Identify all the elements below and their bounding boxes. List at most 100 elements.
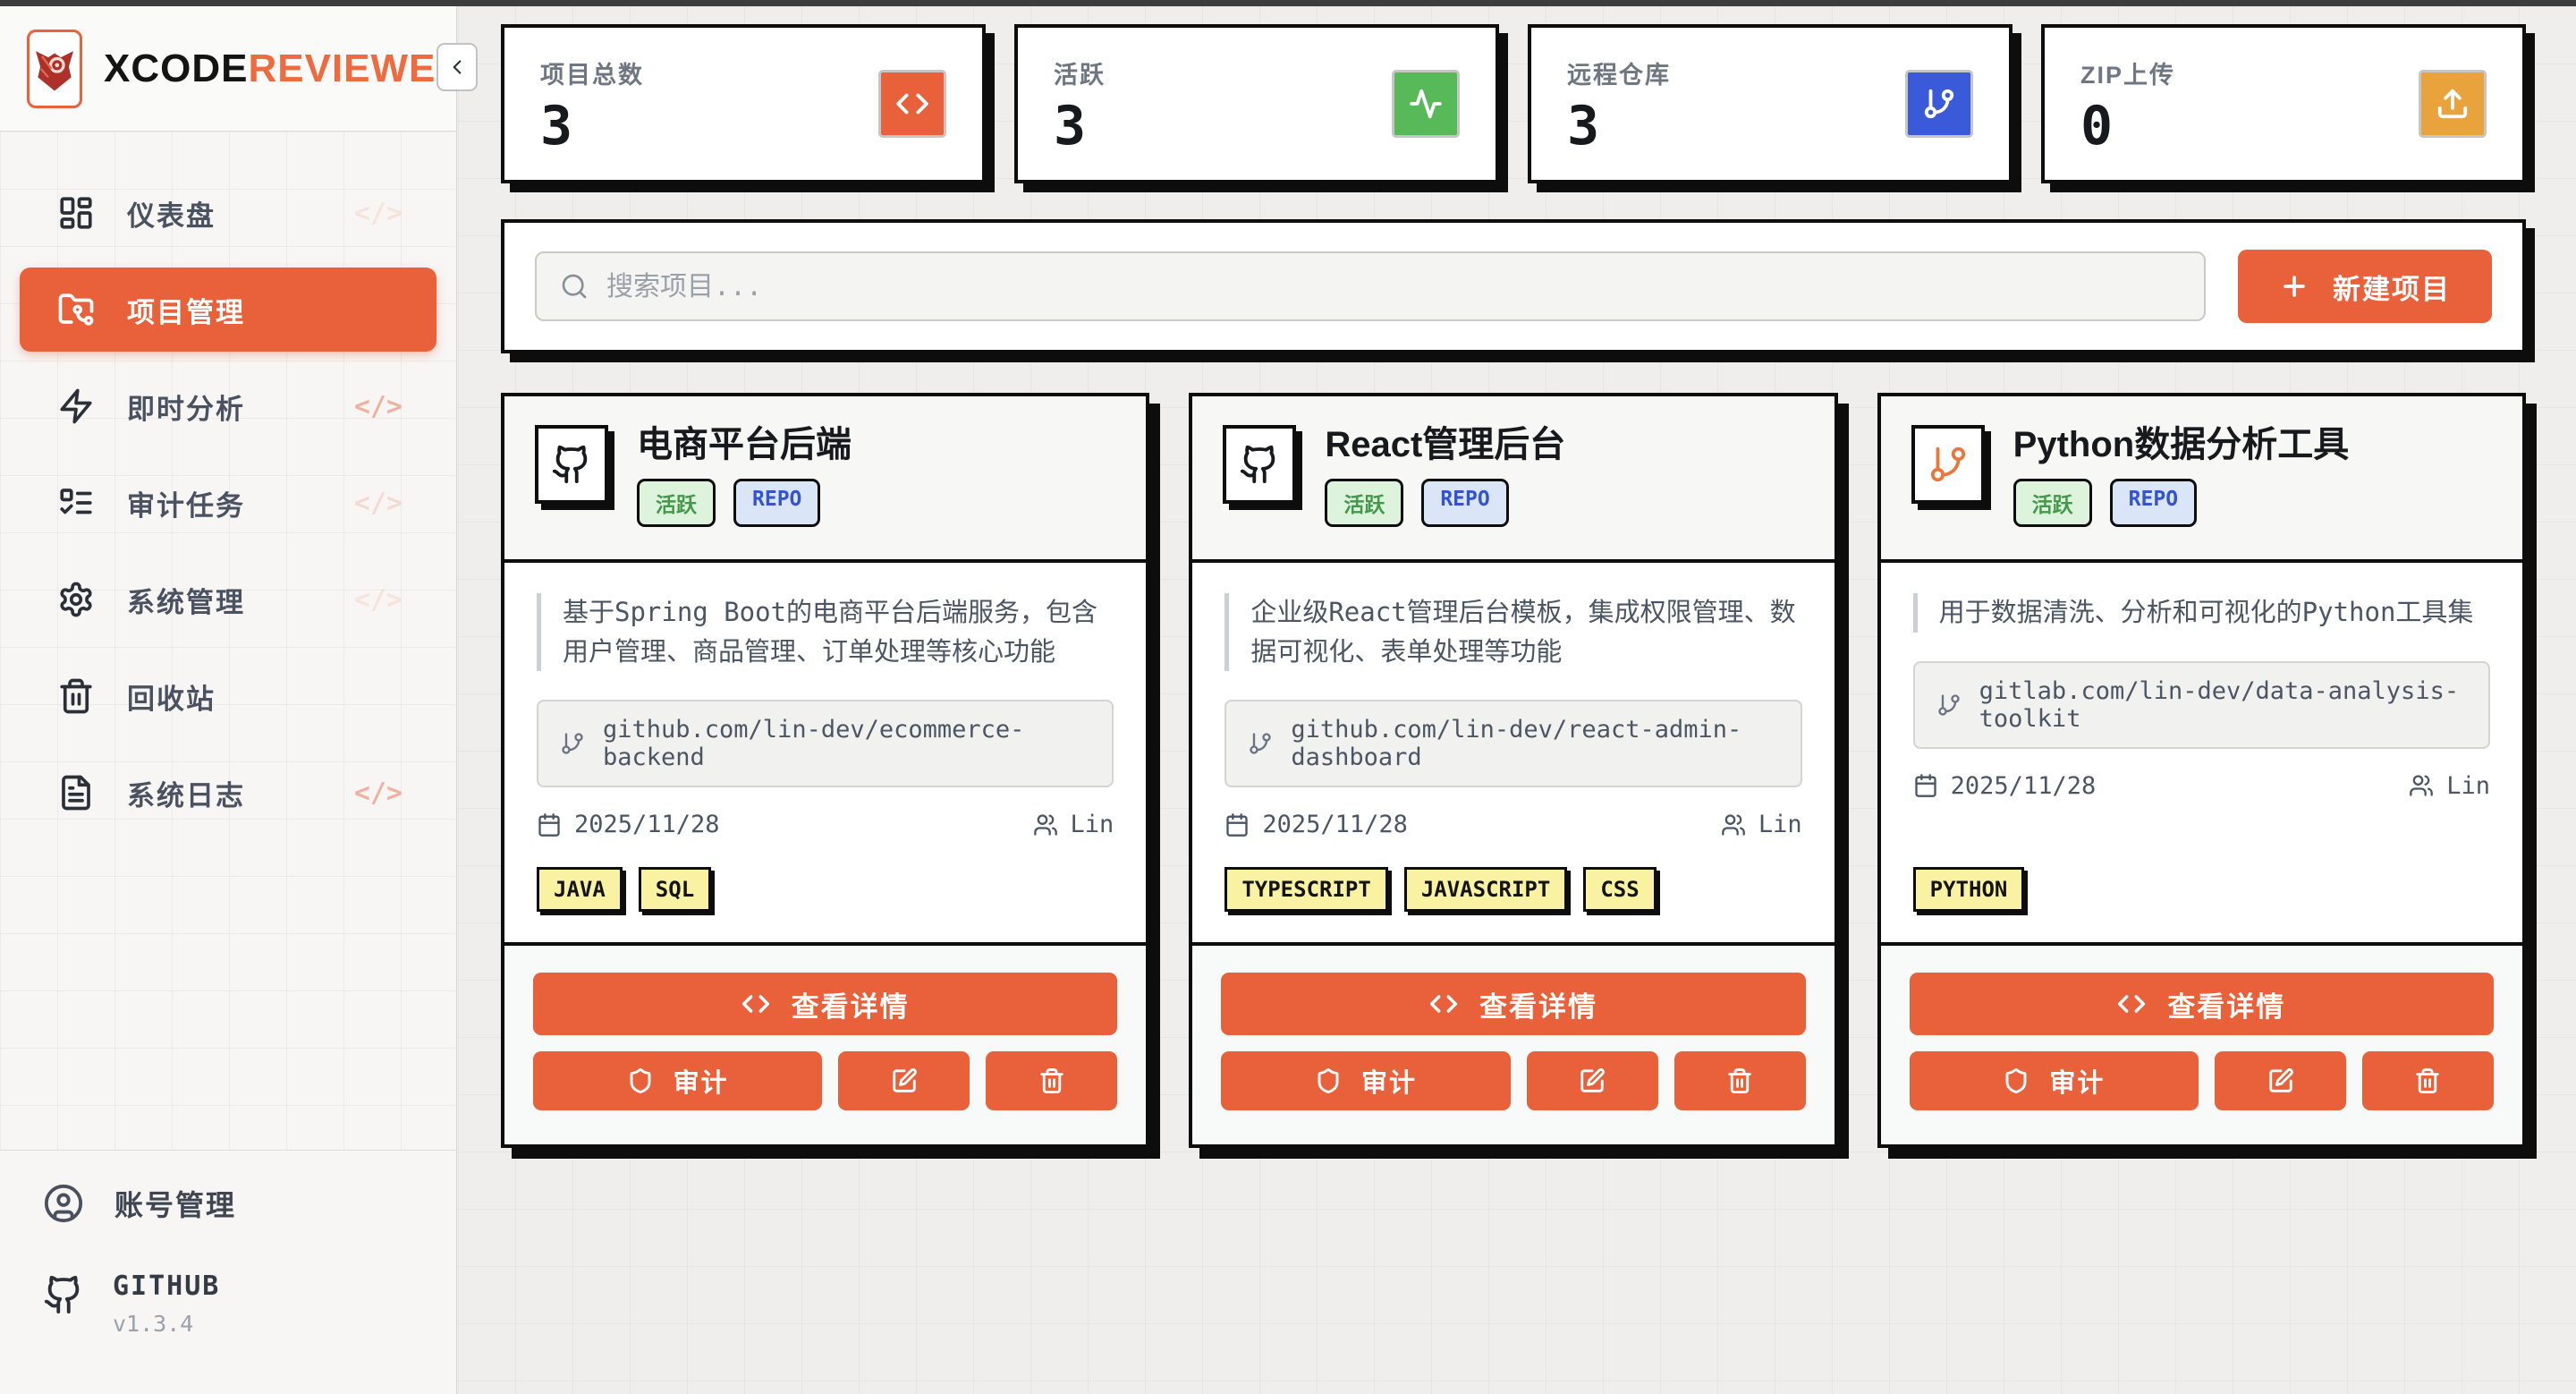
language-tag: TYPESCRIPT [1224, 867, 1388, 912]
list-todo-icon [57, 484, 95, 522]
audit-button[interactable]: 审计 [533, 1051, 822, 1110]
stat-icon-box [2419, 70, 2487, 138]
card-actions-row: 审计 [533, 1051, 1117, 1110]
view-detail-label: 查看详情 [792, 984, 910, 1024]
stat-card-remote-repos: 远程仓库 3 [1528, 24, 2012, 183]
stat-value: 3 [540, 99, 644, 153]
delete-button[interactable] [1674, 1051, 1806, 1110]
shield-icon [2003, 1067, 2029, 1094]
view-detail-button[interactable]: 查看详情 [1910, 973, 2494, 1035]
project-card-body: 用于数据清洗、分析和可视化的Python工具集 gitlab.com/lin-d… [1881, 563, 2522, 942]
stat-icon-box [878, 70, 946, 138]
sidebar-item-recycle-bin[interactable]: 回收站 [20, 654, 436, 738]
language-tag: JAVA [537, 867, 623, 912]
project-meta: 2025/11/28 Lin [1224, 811, 1801, 838]
tag-row: JAVA SQL [537, 867, 1114, 912]
badge-row: 活跃 REPO [1325, 479, 1565, 527]
project-date: 2025/11/28 [1262, 811, 1408, 838]
calendar-icon [1913, 773, 1938, 798]
file-text-icon [57, 774, 95, 812]
sidebar-header: XCODEREVIEWER [0, 6, 456, 132]
github-title: GITHUB [113, 1271, 220, 1302]
status-badge: 活跃 [1325, 479, 1403, 527]
code-icon [2117, 990, 2146, 1018]
status-badge: 活跃 [2013, 479, 2092, 527]
code-icon [741, 990, 770, 1018]
users-icon [2409, 773, 2434, 798]
project-description: 用于数据清洗、分析和可视化的Python工具集 [1913, 593, 2490, 633]
sidebar-item-audit-tasks[interactable]: 审计任务 </> [20, 461, 436, 545]
gear-icon [57, 581, 95, 618]
trash-icon [1726, 1067, 1753, 1094]
project-source-box [535, 425, 608, 504]
status-badge: 活跃 [637, 479, 716, 527]
project-owner: Lin [1071, 811, 1114, 838]
view-detail-button[interactable]: 查看详情 [533, 973, 1117, 1035]
code-deco-glyph: </> [354, 488, 402, 519]
edit-icon [1579, 1067, 1606, 1094]
project-card-header: React管理后台 活跃 REPO [1192, 396, 1834, 563]
git-branch-icon [1922, 87, 1956, 121]
stat-icon-box [1392, 70, 1460, 138]
new-project-button[interactable]: 新建项目 [2238, 250, 2492, 323]
sidebar-collapse-button[interactable] [436, 43, 478, 91]
code-icon [1429, 990, 1458, 1018]
sidebar-item-system-admin[interactable]: 系统管理 </> [20, 557, 436, 642]
code-icon [895, 87, 929, 121]
audit-button[interactable]: 审计 [1910, 1051, 2199, 1110]
calendar-icon [537, 812, 562, 837]
stat-label: 远程仓库 [1567, 55, 1671, 90]
edit-button[interactable] [2215, 1051, 2346, 1110]
main-content: 项目总数 3 活跃 3 远程仓库 3 [458, 6, 2576, 1394]
activity-icon [1409, 87, 1443, 121]
search-icon [560, 272, 589, 301]
search-input[interactable] [606, 271, 2181, 302]
edit-button[interactable] [1527, 1051, 1658, 1110]
sidebar-nav: 仪表盘 </> 项目管理 即时分析 </> 审计任务 </> 系统管理 </> … [0, 132, 456, 1150]
project-card-footer: 查看详情 审计 [1192, 942, 1834, 1144]
project-card: React管理后台 活跃 REPO 企业级React管理后台模板，集成权限管理、… [1189, 393, 1837, 1148]
audit-label: 审计 [2049, 1062, 2105, 1100]
badge-row: 活跃 REPO [637, 479, 852, 527]
tag-row: TYPESCRIPT JAVASCRIPT CSS [1224, 867, 1801, 912]
sidebar-item-system-logs[interactable]: 系统日志 </> [20, 751, 436, 835]
top-accent-bar [0, 0, 2576, 6]
sidebar-item-account[interactable]: 账号管理 [43, 1183, 456, 1224]
delete-button[interactable] [2362, 1051, 2494, 1110]
stat-label: 活跃 [1054, 55, 1106, 90]
stat-icon-box [1905, 70, 1973, 138]
sidebar-item-projects[interactable]: 项目管理 [20, 268, 436, 352]
sidebar-item-label: 审计任务 [127, 483, 245, 523]
project-owner: Lin [2446, 772, 2490, 800]
project-card-footer: 查看详情 审计 [1881, 942, 2522, 1144]
github-icon [551, 444, 592, 485]
repo-url: gitlab.com/lin-dev/data-analysis-toolkit [1979, 677, 2467, 733]
sidebar-footer: 账号管理 GITHUB v1.3.4 [0, 1150, 456, 1394]
card-actions-row: 审计 [1910, 1051, 2494, 1110]
trash-icon [57, 677, 95, 715]
git-branch-icon [1936, 693, 1962, 718]
language-tag: PYTHON [1913, 867, 2025, 912]
delete-button[interactable] [986, 1051, 1117, 1110]
github-icon [43, 1274, 84, 1315]
project-source-box [1911, 425, 1985, 504]
github-version-block: GITHUB v1.3.4 [43, 1271, 456, 1337]
type-badge: REPO [733, 479, 820, 527]
project-card-body: 企业级React管理后台模板，集成权限管理、数据可视化、表单处理等功能 gith… [1192, 563, 1834, 942]
user-circle-icon [43, 1183, 84, 1224]
stat-card-zip-uploads: ZIP上传 0 [2041, 24, 2526, 183]
edit-button[interactable] [838, 1051, 970, 1110]
stat-card-active: 活跃 3 [1014, 24, 1499, 183]
view-detail-button[interactable]: 查看详情 [1221, 973, 1805, 1035]
sidebar-item-dashboard[interactable]: 仪表盘 </> [20, 171, 436, 255]
stats-row: 项目总数 3 活跃 3 远程仓库 3 [501, 24, 2526, 183]
sidebar: XCODEREVIEWER 仪表盘 </> 项目管理 即时分析 </> 审计任务… [0, 6, 457, 1394]
view-detail-label: 查看详情 [1479, 984, 1597, 1024]
sidebar-item-instant-analysis[interactable]: 即时分析 </> [20, 364, 436, 448]
fox-logo-icon [30, 44, 80, 94]
plus-icon [2279, 271, 2309, 302]
stat-value: 3 [1054, 99, 1106, 153]
sidebar-item-label: 项目管理 [127, 290, 245, 330]
audit-button[interactable]: 审计 [1221, 1051, 1510, 1110]
project-date: 2025/11/28 [1951, 772, 2097, 800]
